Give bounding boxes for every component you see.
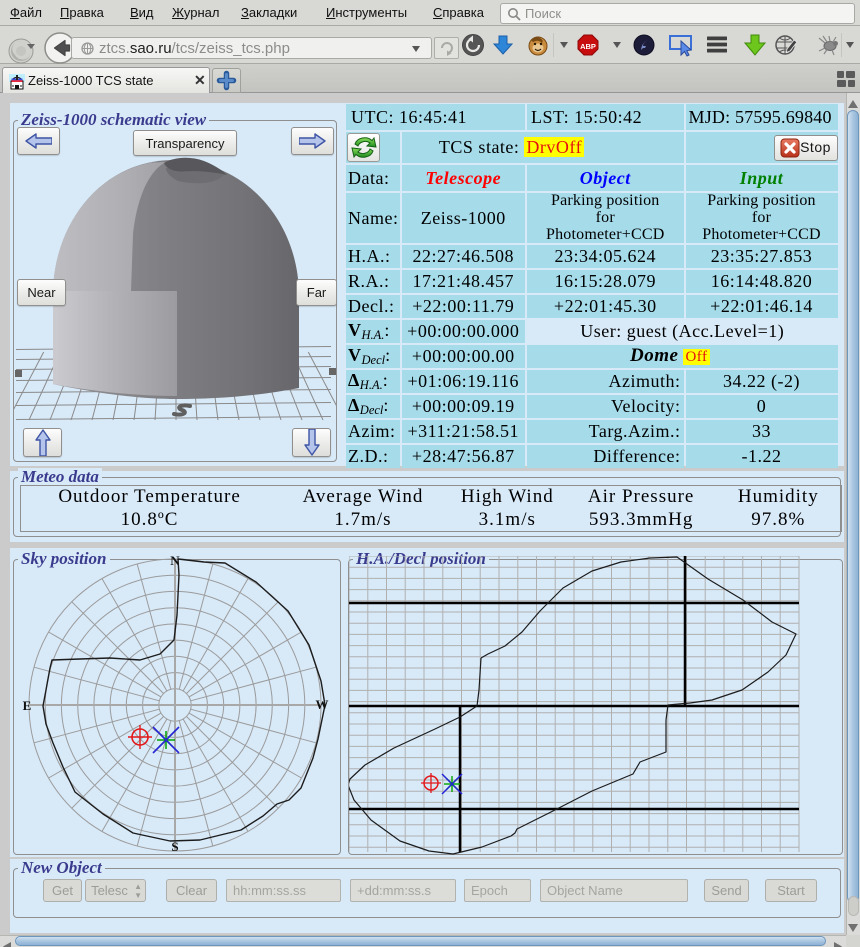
svg-text:N: N — [170, 556, 180, 568]
svg-text:ABP: ABP — [580, 42, 596, 51]
svg-text:W: W — [316, 697, 329, 712]
svg-text:E: E — [23, 698, 32, 713]
svg-text:S: S — [171, 839, 178, 854]
